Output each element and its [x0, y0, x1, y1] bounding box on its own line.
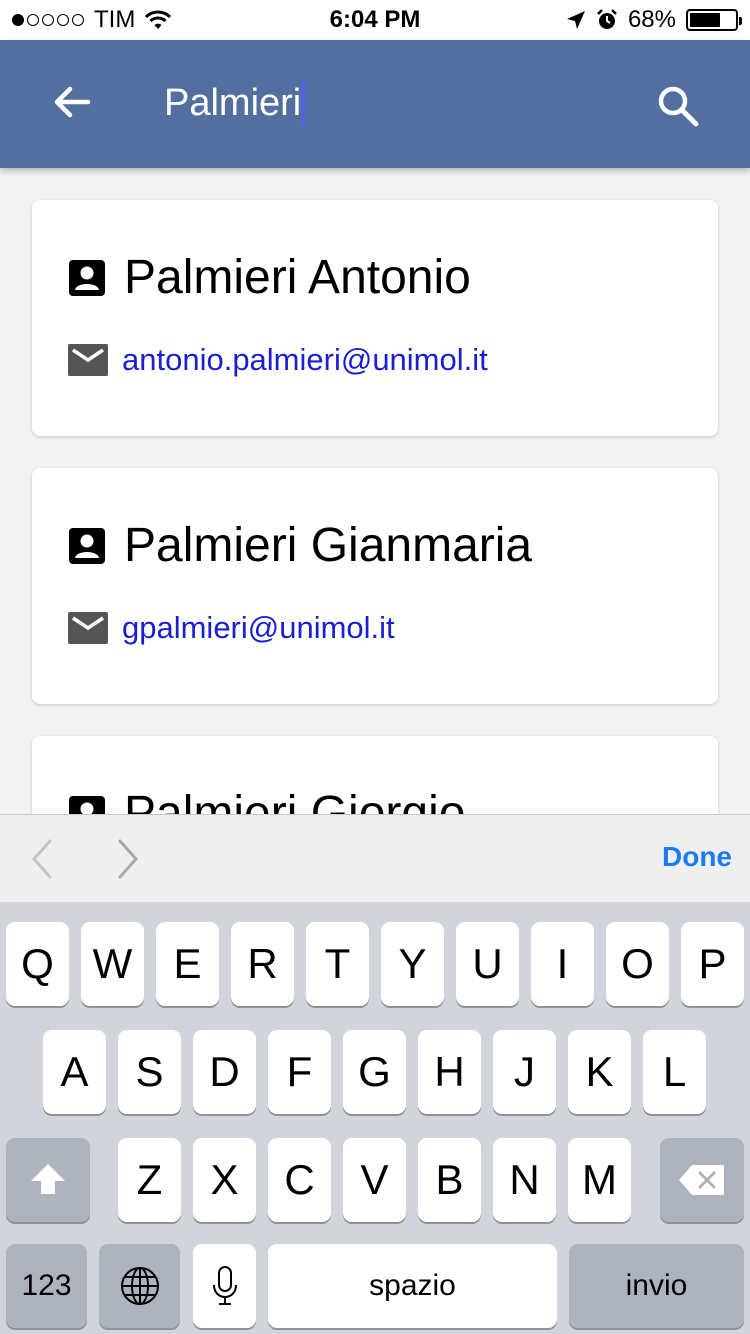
- contact-email-link[interactable]: gpalmieri@unimol.it: [122, 610, 395, 646]
- globe-icon: [120, 1267, 159, 1305]
- battery-level: [690, 13, 720, 27]
- numbers-key[interactable]: 123: [6, 1244, 87, 1328]
- search-input[interactable]: Palmieri: [164, 78, 306, 128]
- key-i[interactable]: I: [531, 922, 594, 1006]
- done-button[interactable]: Done: [662, 841, 732, 873]
- results-list: Palmieri Antonio antonio.palmieri@unimol…: [0, 168, 750, 814]
- key-x[interactable]: X: [193, 1138, 256, 1222]
- key-p[interactable]: P: [681, 922, 744, 1006]
- contact-card[interactable]: Palmieri Antonio antonio.palmieri@unimol…: [32, 200, 718, 436]
- keyboard-accessory-bar: Done: [0, 814, 750, 902]
- key-s[interactable]: S: [118, 1030, 181, 1114]
- key-y[interactable]: Y: [381, 922, 444, 1006]
- space-key[interactable]: spazio: [268, 1244, 557, 1328]
- contact-name: Palmieri Giorgio: [124, 787, 466, 814]
- search-icon[interactable]: [656, 84, 700, 128]
- key-f[interactable]: F: [268, 1030, 331, 1114]
- contact-card-icon: [69, 796, 105, 814]
- key-c[interactable]: C: [268, 1138, 331, 1222]
- backspace-icon: [679, 1165, 724, 1195]
- shift-key[interactable]: [6, 1138, 90, 1222]
- key-l[interactable]: L: [643, 1030, 706, 1114]
- search-app-bar: Palmieri: [0, 40, 750, 168]
- microphone-icon: [212, 1266, 237, 1305]
- keyboard: Q W E R T Y U I O P A S D F G H J K L Z …: [0, 902, 750, 1334]
- contact-card-icon: [69, 528, 105, 564]
- contact-name-row: Palmieri Giorgio: [68, 784, 465, 814]
- key-a[interactable]: A: [43, 1030, 106, 1114]
- chevron-right-icon[interactable]: [112, 837, 142, 881]
- backspace-key[interactable]: [660, 1138, 744, 1222]
- key-k[interactable]: K: [568, 1030, 631, 1114]
- battery-icon: [686, 9, 742, 31]
- return-key[interactable]: invio: [569, 1244, 744, 1328]
- contact-card[interactable]: Palmieri Giorgio: [32, 736, 718, 814]
- email-icon: [68, 344, 108, 376]
- contact-name: Palmieri Gianmaria: [124, 519, 533, 572]
- key-e[interactable]: E: [156, 922, 219, 1006]
- key-m[interactable]: M: [568, 1138, 631, 1222]
- chevron-left-icon[interactable]: [28, 837, 58, 881]
- shift-icon: [31, 1164, 65, 1194]
- search-input-value[interactable]: Palmieri: [164, 78, 301, 128]
- contact-name-row: Palmieri Antonio: [68, 248, 471, 308]
- status-right: 68%: [566, 6, 742, 34]
- key-b[interactable]: B: [418, 1138, 481, 1222]
- key-q[interactable]: Q: [6, 922, 69, 1006]
- text-cursor: [302, 79, 306, 127]
- key-h[interactable]: H: [418, 1030, 481, 1114]
- contact-name-row: Palmieri Gianmaria: [68, 516, 532, 576]
- key-v[interactable]: V: [343, 1138, 406, 1222]
- contact-card[interactable]: Palmieri Gianmaria gpalmieri@unimol.it: [32, 468, 718, 704]
- globe-key[interactable]: [99, 1244, 180, 1328]
- key-w[interactable]: W: [81, 922, 144, 1006]
- key-z[interactable]: Z: [118, 1138, 181, 1222]
- key-d[interactable]: D: [193, 1030, 256, 1114]
- location-arrow-icon: [566, 11, 585, 29]
- arrow-left-icon[interactable]: [50, 80, 94, 124]
- contact-email-row[interactable]: antonio.palmieri@unimol.it: [68, 342, 488, 378]
- key-t[interactable]: T: [306, 922, 369, 1006]
- key-u[interactable]: U: [456, 922, 519, 1006]
- contact-email-row[interactable]: gpalmieri@unimol.it: [68, 610, 395, 646]
- contact-name: Palmieri Antonio: [124, 251, 471, 304]
- email-icon: [68, 612, 108, 644]
- key-o[interactable]: O: [606, 922, 669, 1006]
- contact-email-link[interactable]: antonio.palmieri@unimol.it: [122, 342, 488, 378]
- microphone-key[interactable]: [193, 1244, 256, 1328]
- key-g[interactable]: G: [343, 1030, 406, 1114]
- battery-percentage: 68%: [627, 6, 676, 33]
- status-bar: TIM 6:04 PM 68%: [0, 0, 750, 40]
- alarm-clock-icon: [597, 9, 617, 29]
- contact-card-icon: [69, 260, 105, 296]
- key-j[interactable]: J: [493, 1030, 556, 1114]
- key-r[interactable]: R: [231, 922, 294, 1006]
- key-n[interactable]: N: [493, 1138, 556, 1222]
